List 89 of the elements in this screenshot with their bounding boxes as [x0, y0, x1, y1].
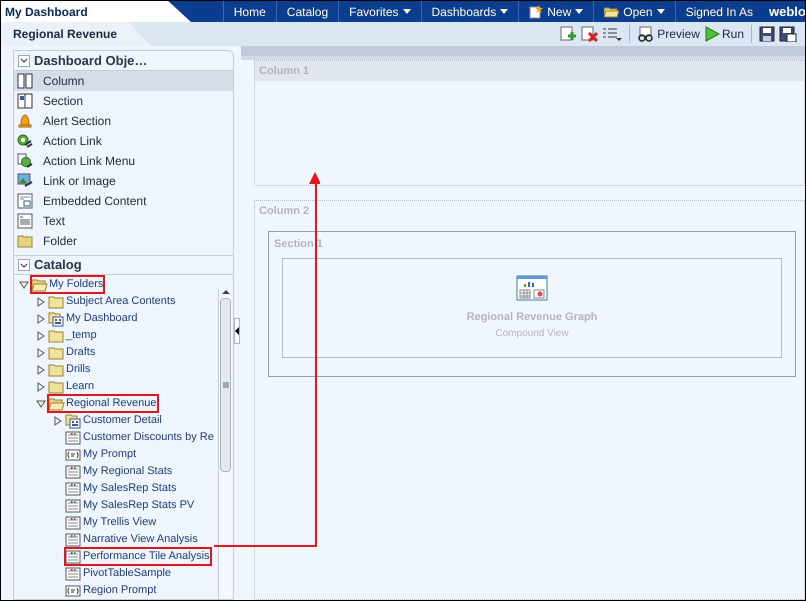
scroll-thumb[interactable]: [220, 298, 231, 472]
text-page-icon: [17, 213, 33, 229]
menu-label: New: [547, 4, 572, 20]
picture-link-icon: [17, 173, 33, 189]
report-icon: [65, 514, 82, 530]
page-tab[interactable]: Regional Revenue: [1, 22, 151, 46]
gear-link-icon: [17, 133, 33, 149]
user-name: weblo: [768, 2, 805, 21]
item-label[interactable]: Action Link: [43, 132, 102, 150]
menu-label: Dashboards: [432, 4, 496, 20]
folder-icon: [17, 233, 33, 249]
expanded-toggle-icon[interactable]: [17, 280, 31, 288]
embedded-page-icon: [17, 193, 33, 209]
scroll-up-icon[interactable]: [222, 289, 230, 295]
tree-item-label[interactable]: Subject Area Contents: [66, 293, 176, 310]
tree-item-label[interactable]: Performance Tile Analysis: [83, 548, 210, 565]
report-icon: [65, 566, 82, 582]
report-icon: [65, 498, 82, 514]
tree-item-label[interactable]: Narrative View Analysis: [83, 531, 198, 548]
save-as-icon[interactable]: [779, 26, 797, 42]
folder-icon: [48, 294, 65, 310]
menu-label: Favorites: [349, 4, 399, 20]
tree-item-label[interactable]: Region Prompt: [83, 582, 156, 599]
splitter-handle[interactable]: [234, 318, 240, 344]
expanded-toggle-icon[interactable]: [34, 400, 48, 408]
bell-icon: [17, 113, 33, 129]
tree-item-label[interactable]: My Prompt: [83, 446, 136, 463]
report-icon: [65, 430, 82, 446]
item-label[interactable]: Column: [43, 72, 84, 90]
collapse-icon[interactable]: [18, 54, 30, 66]
delete-page-icon[interactable]: [581, 26, 598, 42]
dashboard-tab[interactable]: My Dashboard: [1, 1, 191, 22]
folder-icon: [48, 378, 65, 394]
tree-item-label[interactable]: _temp: [66, 327, 97, 344]
report-icon: [65, 464, 82, 480]
item-label[interactable]: Folder: [43, 232, 78, 250]
scrollbar[interactable]: [218, 289, 232, 599]
panel-title: Catalog: [34, 256, 82, 274]
compound-view-icon: [516, 275, 548, 302]
panel-title: Dashboard Obje…: [34, 52, 148, 70]
tree-item-label[interactable]: Customer Discounts by Re: [83, 429, 214, 446]
view-type: Compound View: [495, 326, 569, 341]
view-title: Regional Revenue Graph: [466, 310, 598, 326]
new-page-icon: [529, 4, 544, 18]
item-label[interactable]: Link or Image: [43, 172, 116, 190]
tree-item-label[interactable]: Drills: [66, 361, 90, 378]
play-icon: [704, 26, 720, 42]
section-layout-icon: [17, 93, 33, 109]
open-folder-icon: [48, 396, 65, 412]
run-button[interactable]: Run: [704, 25, 744, 43]
save-icon[interactable]: [759, 26, 775, 42]
tree-item-label[interactable]: Regional Revenue: [66, 395, 157, 412]
column-title: Column 2: [259, 204, 310, 219]
dashboard-folder-icon: [65, 412, 82, 428]
folder-icon: [604, 6, 620, 18]
folder-icon: [48, 362, 65, 378]
item-label[interactable]: Section: [43, 92, 84, 110]
menu-label: Open: [623, 4, 653, 20]
tree-item-label[interactable]: My Dashboard: [66, 310, 138, 327]
column-layout-icon: [17, 73, 33, 89]
tree-item-label[interactable]: Learn: [66, 378, 94, 395]
tree-item-label[interactable]: Drafts: [66, 344, 96, 361]
report-icon: [65, 480, 82, 496]
prompt-field-icon: [65, 446, 82, 462]
report-icon: [65, 548, 82, 564]
item-label[interactable]: Embedded Content: [43, 192, 146, 210]
gear-menu-icon: [17, 153, 33, 169]
tree-item-label[interactable]: My Trellis View: [83, 514, 156, 531]
folder-icon: [48, 328, 65, 344]
tree-item-label[interactable]: My Folders: [49, 276, 104, 293]
folder-icon: [48, 344, 65, 360]
section-title: Section 1: [273, 237, 324, 252]
report-icon: [65, 532, 82, 548]
item-label[interactable]: Action Link Menu: [43, 152, 136, 170]
tree-item-label[interactable]: Customer Detail: [83, 412, 162, 429]
collapse-icon[interactable]: [18, 259, 30, 271]
prompt-field-icon: [65, 582, 82, 598]
tree-item-label[interactable]: PivotTableSample: [83, 565, 172, 582]
item-label[interactable]: Text: [43, 212, 66, 230]
open-folder-icon: [31, 276, 48, 292]
add-page-icon[interactable]: [560, 26, 578, 42]
tree-item-label[interactable]: My SalesRep Stats PV: [83, 497, 194, 514]
dashboard-folder-icon: [48, 310, 65, 326]
preview-icon: [637, 26, 656, 42]
tree-item-label[interactable]: My SalesRep Stats: [83, 480, 177, 497]
list-icon[interactable]: [602, 26, 622, 42]
tree-item-label[interactable]: My Regional Stats: [83, 463, 172, 480]
item-label[interactable]: Alert Section: [43, 112, 112, 130]
preview-button[interactable]: Preview: [637, 25, 700, 43]
